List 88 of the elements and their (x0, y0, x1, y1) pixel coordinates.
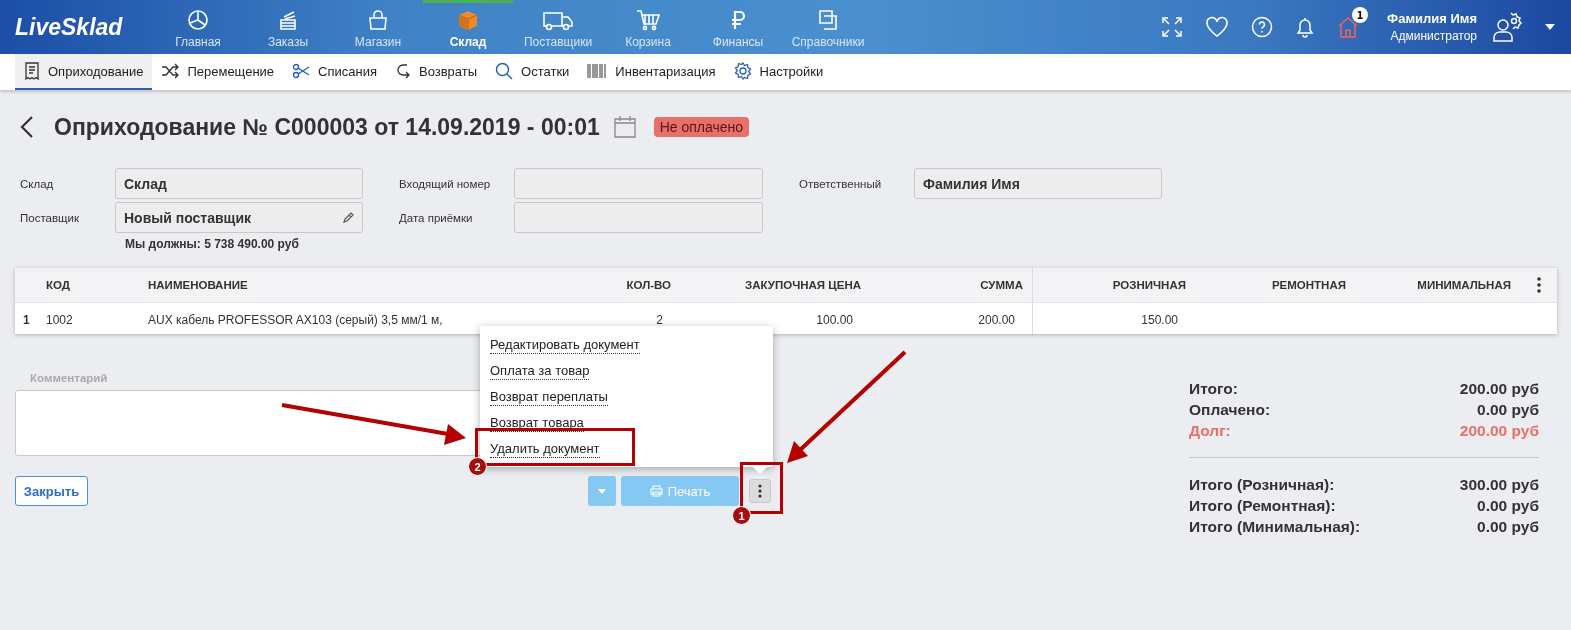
table-cell-text: 2 (655, 312, 664, 329)
input-field[interactable]: Новый поставщик (115, 202, 363, 233)
sub-nav-tab[interactable]: Списания (283, 54, 386, 90)
field-label: Ответственный (798, 177, 883, 190)
step-badge: 2 (468, 457, 487, 476)
shopping-cart-icon (635, 8, 661, 32)
logo[interactable]: LiveSklad (15, 13, 153, 41)
column-header: ЗАКУПОЧНАЯ ЦЕНА (744, 278, 862, 293)
return-arrow-icon (395, 63, 411, 79)
table-cell-text: 200.00 (977, 312, 1016, 329)
column-header: НАИМЕНОВАНИЕ (148, 278, 249, 293)
barcode-icon (587, 63, 608, 79)
total-label: Долг: (1189, 421, 1231, 440)
more-vertical-icon[interactable] (1536, 277, 1541, 293)
status-badge: Не оплачено (653, 117, 750, 137)
scissors-icon (292, 63, 311, 79)
total-label: Оплачено: (1189, 400, 1271, 419)
debt-note: Мы должны: 5 738 490.00 руб (125, 237, 300, 251)
column-header: МИНИМАЛЬНАЯ (1416, 278, 1512, 293)
nav-tab[interactable]: Заказы (243, 0, 333, 54)
menu-item[interactable]: Возврат переплаты (490, 388, 608, 406)
total-value: 0.00 руб (1477, 517, 1539, 536)
bell-icon (1295, 16, 1316, 38)
total-value: 200.00 руб (1459, 421, 1539, 440)
column-header: КОЛ-ВО (625, 278, 672, 293)
search-icon (495, 62, 514, 80)
table-cell-text: 100.00 (815, 312, 854, 329)
shuffle-icon (161, 63, 180, 79)
total-label: Итого: (1189, 379, 1238, 398)
comment-label: Комментарий (30, 372, 108, 384)
menu-item[interactable]: Редактировать документ (490, 336, 640, 354)
table-cell-text: 1002 (45, 312, 74, 329)
input-field[interactable] (514, 202, 763, 233)
pie-chart-icon (186, 8, 210, 32)
box-icon (456, 8, 480, 32)
close-button[interactable]: Закрыть (15, 476, 88, 506)
total-value: 0.00 руб (1477, 400, 1539, 419)
field-label: Склад (20, 177, 55, 190)
user-name[interactable]: Фамилия Имя (1387, 11, 1477, 26)
input-field[interactable]: Фамилия Имя (914, 168, 1162, 199)
sub-nav-tab[interactable]: Инвентаризация (578, 54, 725, 90)
more-vertical-icon (758, 484, 762, 498)
handbag-icon (366, 8, 390, 32)
total-label: Итого (Розничная): (1189, 475, 1335, 494)
field-label: Дата приёмки (398, 211, 474, 224)
menu-item[interactable]: Возврат товара (490, 414, 584, 432)
caret-down-icon (1545, 24, 1555, 30)
step-badge: 1 (732, 506, 751, 525)
notification-badge: 1 (1352, 7, 1369, 23)
help-icon (1251, 16, 1274, 38)
column-header: РЕМОНТНАЯ (1270, 278, 1347, 293)
column-header: СУММА (979, 278, 1024, 293)
table-cell-text: AUX кабель PROFESSOR AX103 (серый) 3,5 мм/1 м, (148, 312, 444, 329)
column-header: КОД (45, 278, 71, 293)
sub-nav-tab[interactable]: Оприходование (15, 54, 153, 90)
input-field[interactable]: Склад (115, 168, 363, 199)
total-value: 0.00 руб (1477, 496, 1539, 515)
caret-down-icon (598, 488, 606, 494)
table-cell: 150.00 (1032, 303, 1195, 334)
sub-nav-tab[interactable]: Настройки (724, 54, 833, 90)
field-label: Входящий номер (398, 177, 492, 190)
document-title: Оприходование № C000003 от 14.09.2019 - 00:01 (54, 113, 600, 141)
column-header: РОЗНИЧНАЯ (1032, 268, 1195, 302)
heart-icon (1205, 16, 1230, 38)
user-role: Администратор (1389, 29, 1477, 43)
menu-item[interactable]: Оплата за товар (490, 362, 590, 380)
receipt-icon (24, 62, 40, 80)
input-field[interactable] (514, 168, 763, 199)
total-value: 200.00 руб (1459, 379, 1539, 398)
calendar-icon (612, 115, 637, 139)
copy-icon (816, 8, 840, 32)
settings-icon (733, 62, 752, 80)
nav-tab[interactable]: Главная (153, 0, 243, 54)
field-label: Поставщик (20, 211, 80, 224)
menu-item[interactable]: Удалить документ (490, 440, 600, 458)
sub-nav-tab[interactable]: Остатки (486, 54, 579, 90)
total-value: 300.00 руб (1459, 475, 1539, 494)
total-label: Итого (Ремонтная): (1189, 496, 1336, 515)
highlight-frame (740, 462, 783, 514)
row-number: 1 (22, 312, 31, 329)
total-label: Итого (Минимальная): (1189, 517, 1361, 536)
sub-nav-tab[interactable]: Возвраты (386, 54, 487, 90)
fullscreen-icon (1161, 16, 1184, 38)
more-button[interactable] (749, 479, 771, 503)
user-gear-icon (1491, 11, 1523, 43)
sub-nav-tab[interactable]: Перемещение (152, 54, 284, 90)
back-icon (20, 115, 34, 139)
printer-icon (649, 485, 663, 497)
